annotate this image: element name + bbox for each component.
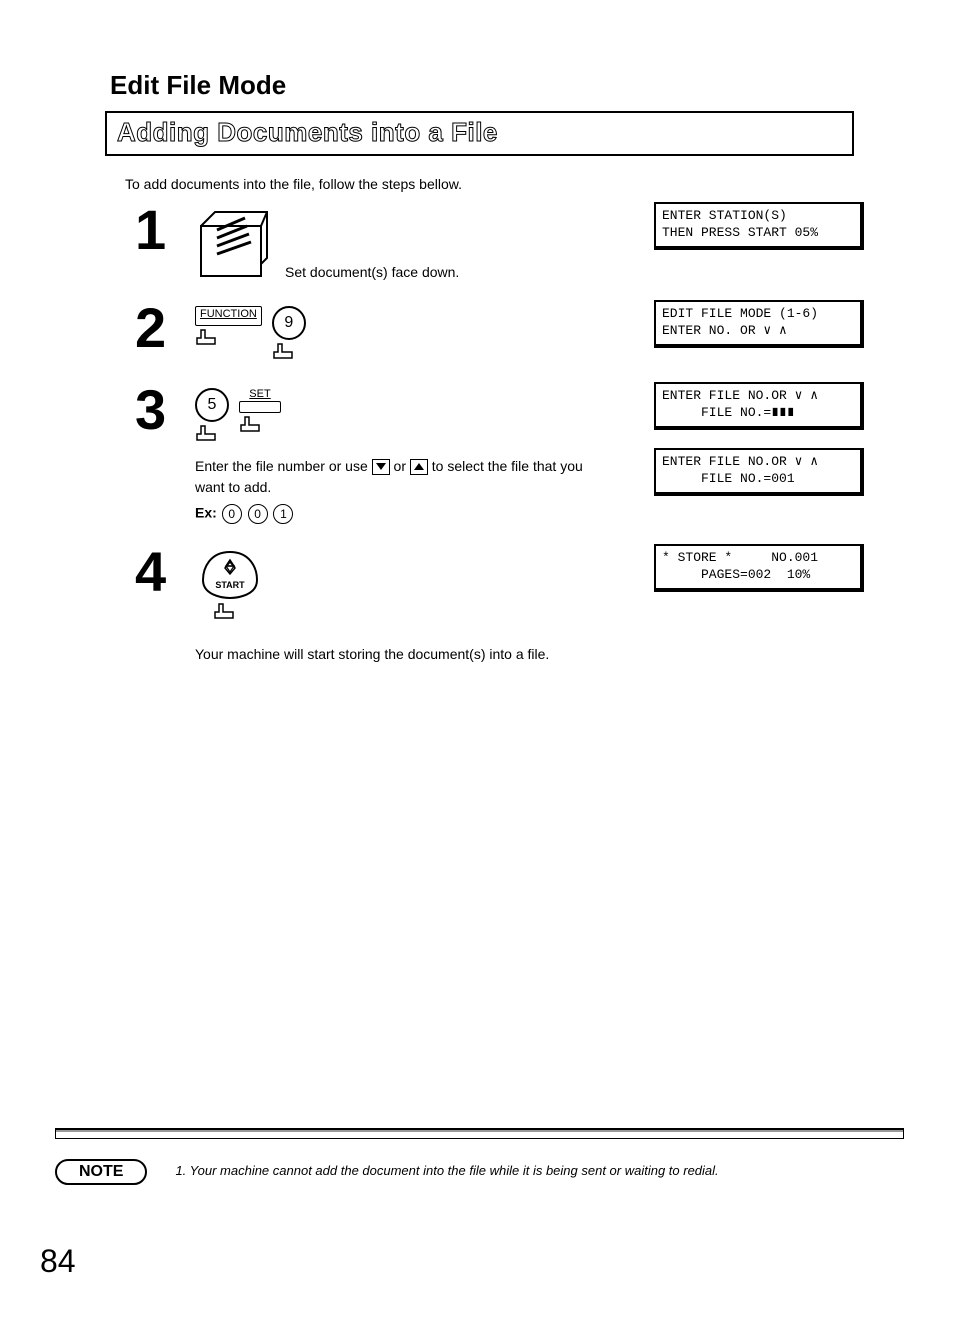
start-key: START xyxy=(195,550,654,632)
step-4-caption: Your machine will start storing the docu… xyxy=(195,644,595,665)
step-2: 2 FUNCTION 9 EDIT FILE MODE (1-6) ENTER … xyxy=(135,300,864,362)
up-arrow-icon xyxy=(410,459,428,475)
example-digit-1: 1 xyxy=(273,504,293,524)
example-label: Ex: xyxy=(195,505,217,521)
start-key-label: START xyxy=(215,580,245,590)
note-text: 1. Your machine cannot add the document … xyxy=(175,1159,904,1178)
steps-container: 1 Set document(s) face down. ENTER xyxy=(135,202,864,665)
step-3: 3 5 SET Enter the file number or use xyxy=(135,382,864,524)
digit-key-label: 5 xyxy=(195,388,229,422)
banner-title: Adding Documents into a File xyxy=(105,111,854,156)
intro-text: To add documents into the file, follow t… xyxy=(125,176,904,192)
step-number: 2 xyxy=(135,300,195,356)
step-3-text: Enter the file number or use or to selec… xyxy=(195,456,595,498)
document-face-down-icon xyxy=(195,208,275,280)
digit-key-5: 5 xyxy=(195,388,229,444)
digit-key-label: 9 xyxy=(272,306,306,340)
function-key-label: FUNCTION xyxy=(200,308,257,320)
page-number: 84 xyxy=(40,1243,76,1280)
lcd-display-step2: EDIT FILE MODE (1-6) ENTER NO. OR ∨ ∧ xyxy=(654,300,864,348)
lcd-display-step4: * STORE * NO.001 PAGES=002 10% xyxy=(654,544,864,592)
note-label: NOTE xyxy=(55,1159,147,1185)
manual-page: Edit File Mode Adding Documents into a F… xyxy=(0,0,954,1335)
lcd-display-step3b: ENTER FILE NO.OR ∨ ∧ FILE NO.=001 xyxy=(654,448,864,496)
lcd-display-step3a: ENTER FILE NO.OR ∨ ∧ FILE NO.=∎∎∎ xyxy=(654,382,864,430)
note-section: NOTE 1. Your machine cannot add the docu… xyxy=(55,1128,904,1185)
press-icon xyxy=(195,424,223,444)
step3-text-mid: or xyxy=(394,458,410,474)
step-4: 4 START Your xyxy=(135,544,864,665)
step-number: 1 xyxy=(135,202,195,258)
press-icon xyxy=(195,328,223,348)
step-1: 1 Set document(s) face down. ENTER xyxy=(135,202,864,280)
digit-key-9: 9 xyxy=(272,306,306,362)
example-line: Ex: 0 0 1 xyxy=(195,504,654,524)
set-key-label: SET xyxy=(239,388,281,400)
set-key: SET xyxy=(239,388,281,435)
step-number: 3 xyxy=(135,382,195,438)
separator-bar xyxy=(55,1128,904,1139)
step-number: 4 xyxy=(135,544,195,600)
lcd-display-step1: ENTER STATION(S) THEN PRESS START 05% xyxy=(654,202,864,250)
press-icon xyxy=(239,415,267,435)
step3-text-before: Enter the file number or use xyxy=(195,458,372,474)
example-digit-0: 0 xyxy=(248,504,268,524)
function-key: FUNCTION xyxy=(195,306,262,348)
section-title: Edit File Mode xyxy=(110,70,904,101)
example-digit-0: 0 xyxy=(222,504,242,524)
press-icon xyxy=(272,342,300,362)
down-arrow-icon xyxy=(372,459,390,475)
step-1-caption: Set document(s) face down. xyxy=(285,264,459,280)
